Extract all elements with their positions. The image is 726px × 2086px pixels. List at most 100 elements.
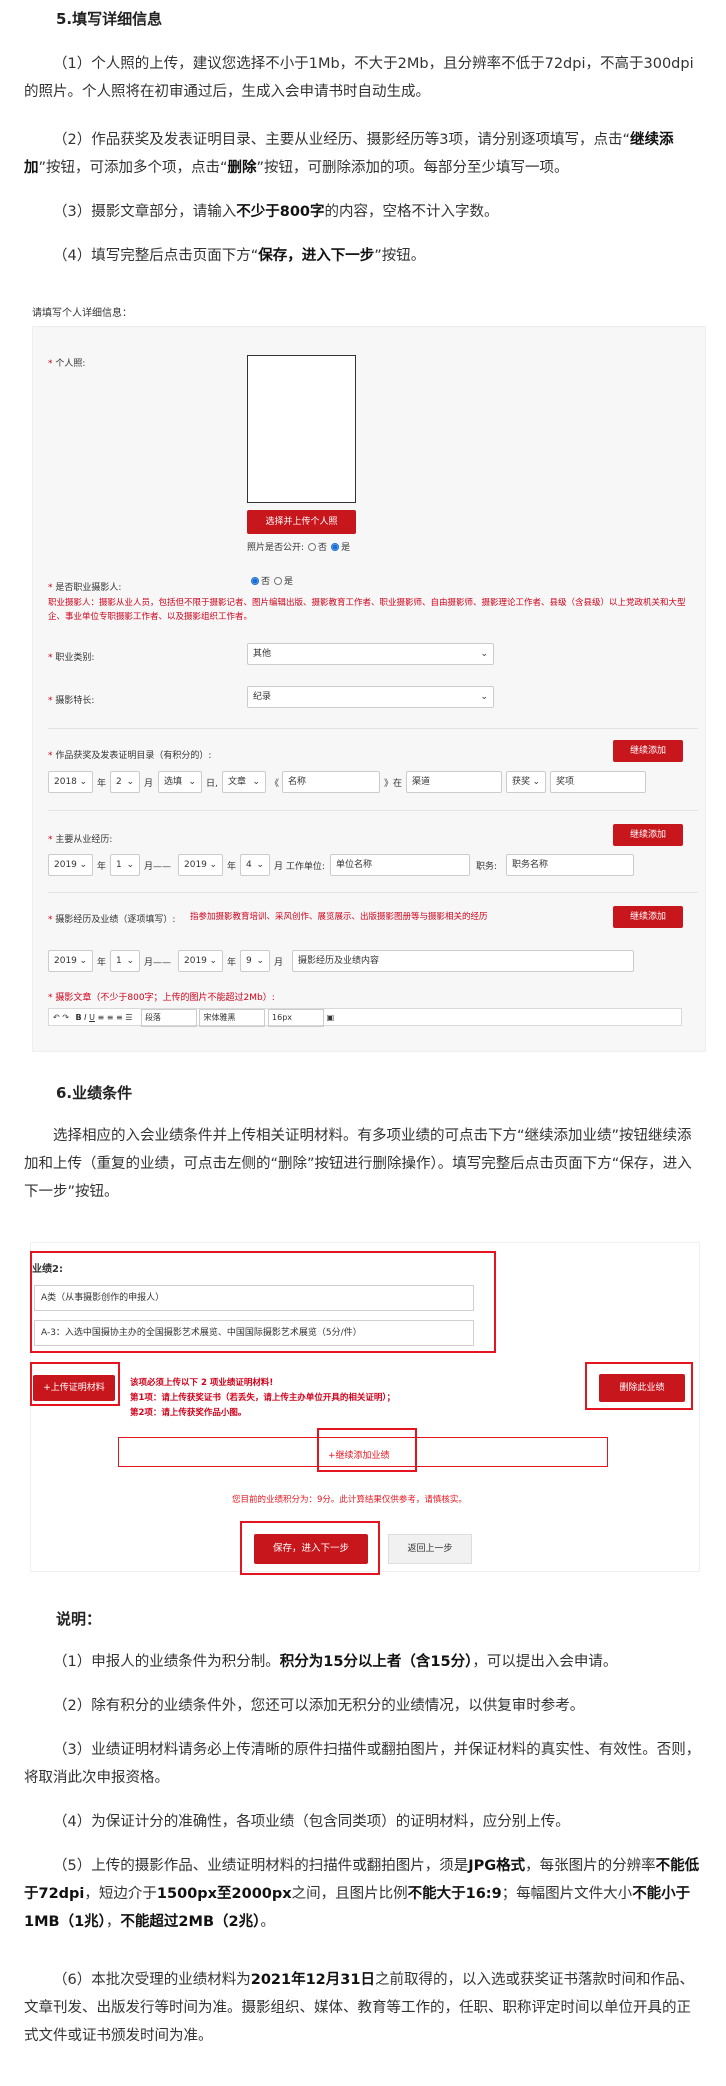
note-6-a: （6）本批次受理的业绩材料为	[53, 1972, 251, 1988]
award-open-bracket: 《	[270, 779, 280, 789]
award-month-select[interactable]: 2 ⌄	[110, 771, 140, 793]
chevron-down-icon: ⌄	[480, 692, 488, 702]
career-start-month-select[interactable]: 1 ⌄	[110, 854, 140, 876]
photo-placeholder	[247, 355, 356, 503]
underline-icon[interactable]: U	[89, 1013, 95, 1022]
award-type-select[interactable]: 文章 ⌄	[222, 771, 266, 793]
italic-icon[interactable]: I	[84, 1013, 86, 1022]
award-year-select[interactable]: 2018 ⌄	[48, 771, 93, 793]
exp-label: * 摄影经历及业绩（逐项填写）:	[48, 915, 176, 925]
section5-p2-e: ”按钮，可删除添加的项。每部分至少填写一项。	[256, 160, 569, 176]
career-unit-input[interactable]: 单位名称	[330, 854, 470, 876]
photo-public-row: 照片是否公开: 否是	[247, 543, 351, 553]
category-select[interactable]: 其他 ⌄	[247, 643, 494, 665]
exp-end-month-select[interactable]: 9 ⌄	[240, 950, 270, 972]
delete-achievement-button[interactable]: 删除此业绩	[599, 1374, 685, 1402]
exp-content-input[interactable]: 摄影经历及业绩内容	[292, 950, 634, 972]
note-3: （3）业绩证明材料请务必上传清晰的原件扫描件或翻拍图片，并保证材料的真实性、有效…	[24, 1736, 704, 1792]
career-label: * 主要从业经历:	[48, 835, 113, 845]
back-button[interactable]: 返回上一步	[388, 1534, 472, 1564]
note-5-k: ，	[105, 1914, 121, 1930]
exp-month-unit: 月——	[144, 958, 172, 968]
note-5: （5）上传的摄影作品、业绩证明材料的扫描件或翻拍图片，须是JPG格式，每张图片的…	[24, 1852, 704, 1936]
note-5-b: JPG格式	[468, 1858, 526, 1874]
add-achievement-button[interactable]: +继续添加业绩	[328, 1448, 390, 1461]
note-6-b: 2021年12月31日	[250, 1972, 375, 1988]
exp-start-month-select[interactable]: 1 ⌄	[110, 950, 140, 972]
note-4: （4）为保证计分的准确性，各项业绩（包含同类项）的证明材料，应分别上传。	[24, 1808, 704, 1836]
career-end-month-select[interactable]: 4 ⌄	[240, 854, 270, 876]
section5-title: 5.填写详细信息	[56, 10, 163, 28]
pro-yes-radio[interactable]	[274, 577, 283, 585]
article-label: * 摄影文章（不少于800字；上传的图片不能超过2Mb）:	[48, 993, 275, 1003]
upload-proof-button[interactable]: +上传证明材料	[33, 1375, 115, 1401]
note-5-f: 1500px至2000px	[156, 1886, 292, 1902]
section6-p1: 选择相应的入会业绩条件并上传相关证明材料。有多项业绩的可点击下方“继续添加业绩”…	[24, 1122, 704, 1206]
section5-p3-c: 的内容，空格不计入字数。	[324, 204, 499, 220]
upload-note-1: 该项必须上传以下 2 项业绩证明材料!	[130, 1378, 274, 1388]
editor-toolbar[interactable]: ↶ ↷ B I U ≡ ≡ ≡ ☰ 段落 宋体雅黑 16px ▣	[48, 1008, 682, 1027]
award-name-input[interactable]: 名称	[282, 771, 380, 793]
career-end-year-select[interactable]: 2019 ⌄	[178, 854, 223, 876]
section5-p3-a: （3）摄影文章部分，请输入	[53, 204, 237, 220]
exp-continue-add-button[interactable]: 继续添加	[613, 906, 683, 928]
award-prize-select[interactable]: 获奖 ⌄	[506, 771, 546, 793]
category-label: * 职业类别:	[48, 653, 95, 663]
exp-start-year-select[interactable]: 2019 ⌄	[48, 950, 93, 972]
career-year-unit: 年	[97, 862, 107, 872]
exp-year-unit: 年	[227, 958, 237, 968]
pro-label: * 是否职业摄影人:	[48, 583, 122, 593]
photo-label: * 个人照:	[48, 359, 86, 369]
pro-note: 职业摄影人：摄影从业人员，包括但不限于摄影记者、图片编辑出版、摄影教育工作者、职…	[48, 598, 686, 622]
save-next-button[interactable]: 保存，进入下一步	[254, 1534, 368, 1564]
award-day-select[interactable]: 选填 ⌄	[158, 771, 202, 793]
divider	[48, 810, 698, 811]
redo-icon[interactable]: ↷	[62, 1013, 69, 1022]
bold-icon[interactable]: B	[76, 1013, 82, 1022]
section5-p1: （1）个人照的上传，建议您选择不小于1Mb，不大于2Mb，且分辨率不低于72dp…	[24, 50, 704, 106]
note-3-text: （3）业绩证明材料请务必上传清晰的原件扫描件或翻拍图片，并保证材料的真实性、有效…	[24, 1742, 701, 1786]
achievement-heading: 业绩2:	[32, 1264, 63, 1275]
note-2: （2）除有积分的业绩条件外，您还可以添加无积分的业绩情况，以供复审时参考。	[24, 1692, 704, 1720]
award-year-unit: 年	[97, 779, 107, 789]
section5-p4-a: （4）填写完整后点击页面下方“	[53, 248, 259, 264]
award-place-input[interactable]: 渠道	[406, 771, 502, 793]
section5-p4-c: ”按钮。	[374, 248, 426, 264]
font-select[interactable]: 宋体雅黑	[199, 1009, 266, 1027]
note-5-e: ，短边介于	[84, 1886, 157, 1902]
section5-p2-c: ”按钮，可添加多个项，点击“	[38, 160, 228, 176]
undo-icon[interactable]: ↶	[53, 1013, 60, 1022]
image-icon[interactable]: ▣	[327, 1013, 335, 1022]
section6-p1-text: 选择相应的入会业绩条件并上传相关证明材料。有多项业绩的可点击下方“继续添加业绩”…	[24, 1128, 692, 1200]
font-size-select[interactable]: 16px	[268, 1009, 325, 1027]
specialty-label: * 摄影特长:	[48, 696, 95, 706]
achievement-item-select[interactable]: A-3：入选中国摄协主办的全国摄影艺术展览、中国国际摄影艺术展览（5分/件）	[34, 1320, 474, 1346]
career-start-year-select[interactable]: 2019 ⌄	[48, 854, 93, 876]
awards-continue-add-button[interactable]: 继续添加	[613, 740, 683, 762]
note-6: （6）本批次受理的业绩材料为2021年12月31日之前取得的，以入选或获奖证书落…	[24, 1966, 704, 2050]
section5-p4-b: 保存，进入下一步	[258, 248, 375, 264]
note-1-c: ，可以提出入会申请。	[472, 1654, 618, 1670]
note-5-i: ；每幅图片文件大小	[501, 1886, 633, 1902]
align-left-icon[interactable]: ≡	[97, 1013, 104, 1022]
career-job-input[interactable]: 职务名称	[506, 854, 634, 876]
specialty-select[interactable]: 纪录 ⌄	[247, 686, 494, 708]
pro-no-radio[interactable]	[251, 577, 259, 585]
section5-p2-a: （2）作品获奖及发表证明目录、主要从业经历、摄影经历等3项，请分别逐项填写，点击…	[53, 132, 630, 148]
upload-photo-button[interactable]: 选择并上传个人照	[247, 510, 356, 534]
align-center-icon[interactable]: ≡	[107, 1013, 114, 1022]
achievement-class-select[interactable]: A类（从事摄影创作的申报人）	[34, 1285, 474, 1311]
exp-end-year-select[interactable]: 2019 ⌄	[178, 950, 223, 972]
career-continue-add-button[interactable]: 继续添加	[613, 824, 683, 846]
list-icon[interactable]: ☰	[125, 1013, 132, 1022]
award-prize-input[interactable]: 奖项	[550, 771, 646, 793]
upload-note: 该项必须上传以下 2 项业绩证明材料! 第1项：请上传获奖证书（若丢失，请上传主…	[130, 1376, 450, 1421]
section5-p2-d: 删除	[227, 160, 257, 176]
career-unit-label-row: 月 工作单位:	[274, 862, 325, 872]
photo-public-yes-radio[interactable]	[331, 543, 340, 551]
align-right-icon[interactable]: ≡	[116, 1013, 123, 1022]
note-4-text: （4）为保证计分的准确性，各项业绩（包含同类项）的证明材料，应分别上传。	[53, 1814, 570, 1830]
paragraph-select[interactable]: 段落	[140, 1009, 197, 1027]
photo-public-no-radio[interactable]	[308, 543, 317, 551]
note-1-a: （1）申报人的业绩条件为积分制。	[53, 1654, 280, 1670]
